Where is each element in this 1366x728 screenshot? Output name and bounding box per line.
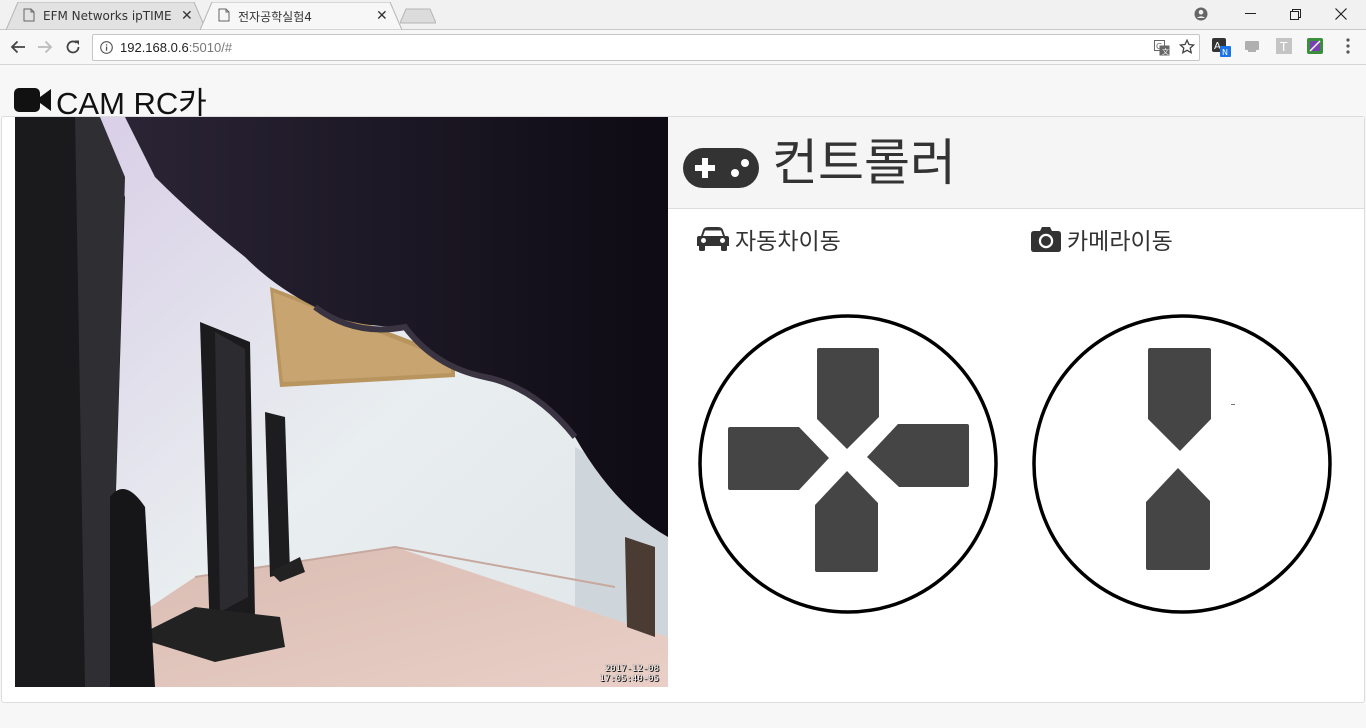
- camera-move-text: 카메라이동: [1067, 229, 1173, 255]
- controller-title: 컨트롤러: [772, 134, 956, 192]
- camera-timestamp-time: 17:05:40-05: [599, 674, 659, 684]
- browser-toolbar: 192.168.0.6:5010/# G文 AN T: [0, 30, 1366, 65]
- car-icon: [697, 226, 729, 252]
- translate-icon[interactable]: G文: [1154, 40, 1170, 59]
- controller-header: 컨트롤러: [668, 117, 1364, 209]
- car-move-text: 자동차이동: [735, 229, 841, 255]
- tab-active[interactable]: 전자공학실험4 ✕: [200, 2, 402, 30]
- camera-move-label: 카메라이동: [1031, 222, 1173, 256]
- camera-timestamp-date: 2017-12-08: [604, 664, 659, 674]
- url-host: 192.168.0.6: [120, 40, 189, 55]
- camera-stream: 2017-12-08 17:05:40-05: [15, 117, 668, 687]
- minimize-button[interactable]: [1227, 0, 1273, 28]
- extension-colorful-icon[interactable]: [1306, 37, 1326, 57]
- close-icon[interactable]: ✕: [181, 8, 193, 24]
- tab-efm-networks[interactable]: EFM Networks ipTIME N ✕: [6, 2, 206, 30]
- camera-dpad: [1031, 313, 1333, 615]
- video-camera-icon: [14, 86, 52, 114]
- gamepad-icon: [683, 148, 759, 192]
- tab-title: 전자공학실험4: [238, 9, 312, 24]
- profile-icon[interactable]: [1178, 0, 1224, 28]
- page-title: CAM RC카: [14, 80, 207, 121]
- bookmark-star-icon[interactable]: [1178, 38, 1196, 58]
- extension-translate-n-icon[interactable]: AN: [1211, 37, 1231, 57]
- info-icon[interactable]: [100, 41, 113, 57]
- reload-icon[interactable]: [61, 35, 85, 59]
- car-dpad: [697, 313, 999, 615]
- address-bar[interactable]: 192.168.0.6:5010/# G文: [92, 34, 1200, 61]
- close-icon[interactable]: ✕: [376, 8, 388, 24]
- camera-icon: [1031, 226, 1061, 252]
- page-icon: [23, 8, 35, 25]
- close-window-button[interactable]: [1318, 0, 1364, 28]
- svg-text:T: T: [1279, 40, 1288, 54]
- svg-text:文: 文: [1162, 47, 1169, 56]
- menu-kebab-icon[interactable]: [1340, 37, 1360, 57]
- svg-text:A: A: [1214, 41, 1221, 52]
- tab-title: EFM Networks ipTIME N: [43, 9, 173, 23]
- url-text: 192.168.0.6:5010/#: [120, 40, 232, 55]
- back-arrow-icon[interactable]: [6, 35, 30, 59]
- svg-text:N: N: [1222, 48, 1228, 57]
- camera-timestamp: 2017-12-08 17:05:40-05: [599, 664, 659, 684]
- stray-mark: [1231, 404, 1235, 405]
- car-move-label: 자동차이동: [697, 222, 841, 256]
- extension-gray-icon[interactable]: [1243, 37, 1263, 57]
- new-tab-button[interactable]: [399, 8, 437, 24]
- camera-frame: [15, 117, 668, 687]
- tab-strip: EFM Networks ipTIME N ✕ 전자공학실험4 ✕: [0, 0, 1366, 30]
- restore-button[interactable]: [1272, 0, 1318, 28]
- url-path: :5010/#: [188, 40, 233, 55]
- page-icon: [218, 8, 230, 25]
- forward-arrow-icon[interactable]: [33, 35, 57, 59]
- extension-t-icon[interactable]: T: [1275, 37, 1295, 57]
